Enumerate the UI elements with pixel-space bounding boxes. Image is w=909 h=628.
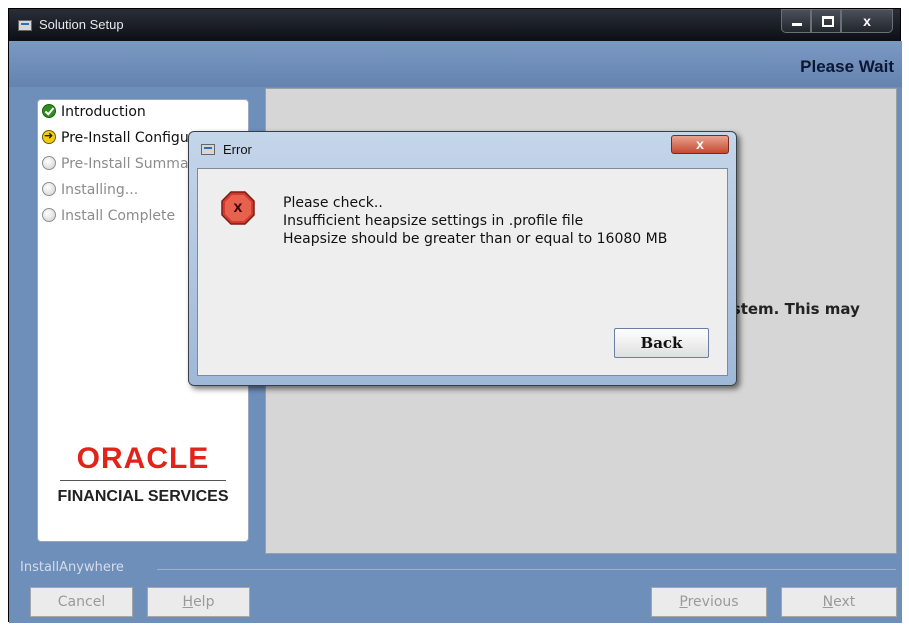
error-icon: x	[221, 191, 255, 225]
logo-divider	[60, 480, 226, 481]
previous-button[interactable]: Previous	[651, 587, 767, 617]
maximize-button[interactable]	[811, 9, 841, 33]
check-icon	[42, 104, 56, 118]
previous-mnemonic: P	[679, 594, 688, 610]
next-label: ext	[833, 594, 856, 610]
close-button[interactable]: x	[841, 9, 893, 33]
footer-divider	[157, 569, 896, 570]
error-message-line: Insufficient heapsize settings in .profi…	[283, 213, 584, 229]
step-label: Pre-Install Summary	[61, 156, 203, 172]
app-icon	[201, 144, 215, 155]
radio-icon	[42, 182, 56, 196]
error-dialog: Error x x Please check.. Insufficient he…	[188, 131, 737, 386]
dialog-body: x Please check.. Insufficient heapsize s…	[197, 168, 728, 376]
help-button[interactable]: Help	[147, 587, 250, 617]
step-label: Introduction	[61, 104, 146, 120]
next-button[interactable]: Next	[781, 587, 897, 617]
dialog-close-button[interactable]: x	[671, 135, 729, 154]
minimize-button[interactable]	[781, 9, 811, 33]
error-message-line: Heapsize should be greater than or equal…	[283, 231, 668, 247]
radio-icon	[42, 208, 56, 222]
logo-subtitle: FINANCIAL SERVICES	[57, 488, 229, 505]
step-install-complete: Install Complete	[42, 208, 175, 226]
step-installing: Installing...	[42, 182, 138, 200]
oracle-logo: ORACLE	[76, 442, 210, 475]
window-title-bar[interactable]: Solution Setup x	[9, 9, 900, 41]
error-glyph: x	[233, 199, 243, 216]
window-title: Solution Setup	[39, 17, 124, 32]
content-message: ystem. This may	[722, 300, 860, 318]
arrow-icon	[42, 129, 56, 144]
back-button[interactable]: Back	[614, 328, 709, 358]
help-label: elp	[193, 594, 215, 610]
step-pre-install-summary: Pre-Install Summary	[42, 156, 203, 174]
cancel-button[interactable]: Cancel	[30, 587, 133, 617]
radio-icon	[42, 156, 56, 170]
page-title: Please Wait	[800, 57, 894, 76]
dialog-title: Error	[223, 142, 252, 157]
app-icon	[18, 20, 32, 31]
step-label: Install Complete	[61, 208, 176, 224]
error-message-line: Please check..	[283, 195, 383, 211]
installanywhere-label: InstallAnywhere	[20, 560, 124, 575]
help-mnemonic: H	[182, 594, 194, 610]
step-label: Installing...	[61, 182, 139, 198]
step-introduction: Introduction	[42, 104, 146, 122]
next-mnemonic: N	[822, 594, 834, 610]
header-banner: Please Wait	[9, 41, 902, 87]
previous-label: revious	[687, 594, 739, 610]
